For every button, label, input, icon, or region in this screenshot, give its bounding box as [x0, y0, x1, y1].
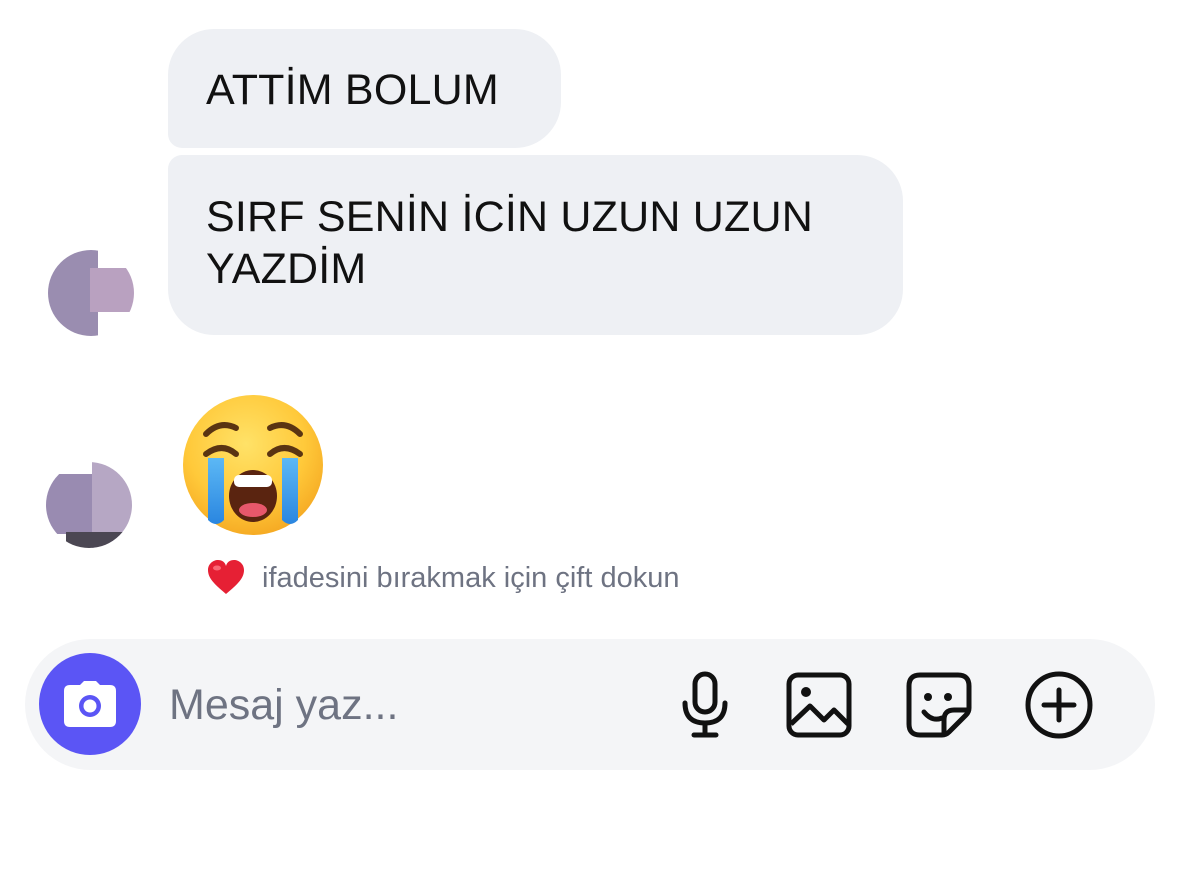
- message-text: SIRF SENİN İCİN UZUN UZUN YAZDİM: [206, 193, 813, 293]
- reaction-hint: ifadesini bırakmak için çift dokun: [206, 558, 679, 598]
- red-heart-icon: [208, 560, 244, 594]
- microphone-button[interactable]: [669, 669, 741, 741]
- plus-icon: [1025, 671, 1093, 739]
- microphone-icon: [682, 671, 728, 738]
- avatar[interactable]: [48, 250, 134, 336]
- loudly-crying-face-icon: [183, 395, 323, 535]
- camera-icon: [64, 681, 116, 727]
- loudly-crying-face-emoji[interactable]: [178, 392, 328, 538]
- message-composer: [25, 639, 1155, 770]
- avatar-blur-block: [66, 532, 126, 548]
- gallery-icon: [786, 672, 852, 738]
- avatar-blur-block: [90, 268, 134, 312]
- message-input[interactable]: [169, 677, 649, 733]
- message-bubble[interactable]: ATTİM BOLUM: [168, 29, 561, 148]
- avatar[interactable]: [46, 462, 132, 548]
- camera-button[interactable]: [39, 653, 141, 755]
- message-bubble[interactable]: SIRF SENİN İCİN UZUN UZUN YAZDİM: [168, 155, 903, 335]
- sticker-icon: [906, 672, 972, 738]
- message-text: ATTİM BOLUM: [206, 66, 499, 114]
- gallery-button[interactable]: [783, 669, 855, 741]
- add-button[interactable]: [1023, 669, 1095, 741]
- reaction-hint-text: ifadesini bırakmak için çift dokun: [262, 561, 680, 594]
- sticker-button[interactable]: [903, 669, 975, 741]
- avatar-blur-block: [46, 474, 98, 534]
